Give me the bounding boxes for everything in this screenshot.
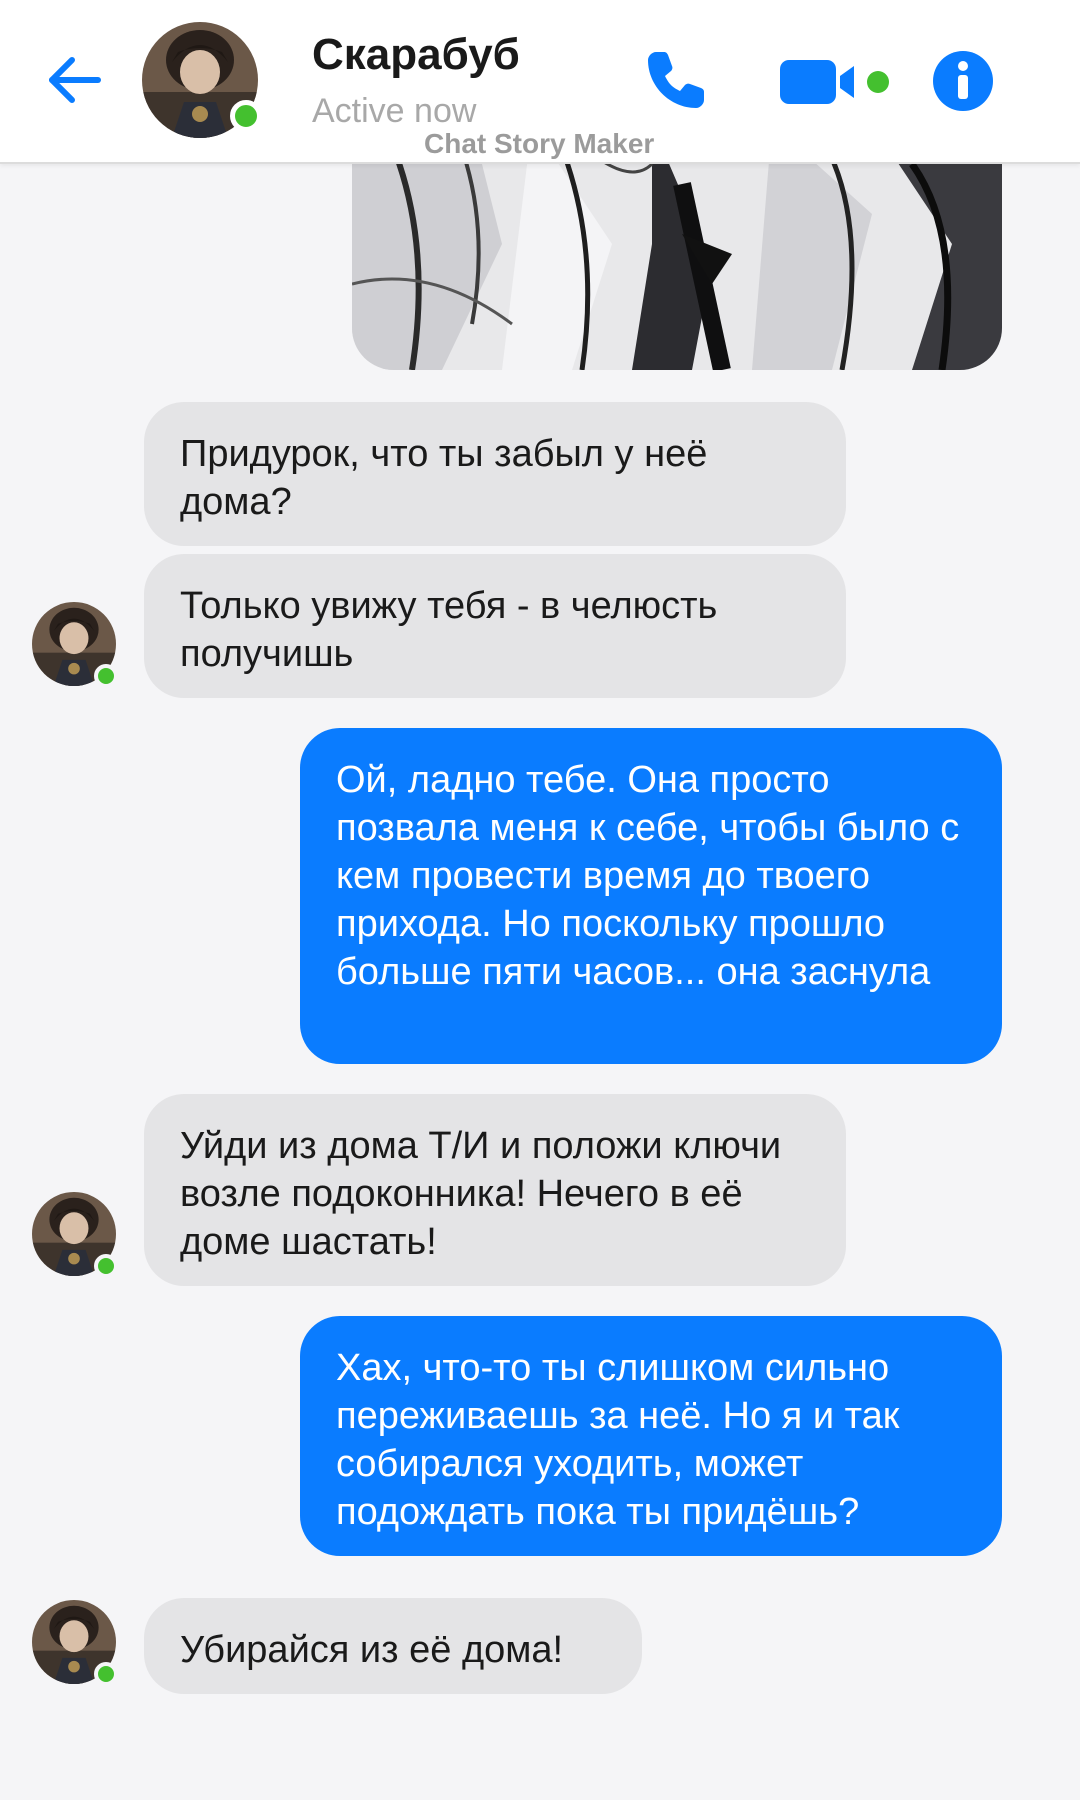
- message-text: Убирайся из её дома!: [180, 1629, 564, 1671]
- sender-avatar[interactable]: [32, 602, 118, 688]
- active-status: Active now: [312, 92, 477, 130]
- message-text: Ой, ладно тебе. Она просто позвала меня …: [336, 759, 960, 993]
- message-text: Уйди из дома Т/И и положи ключи возле по…: [180, 1125, 782, 1263]
- info-icon: [933, 51, 993, 111]
- back-arrow-icon: [49, 57, 101, 103]
- message-text: Только увижу тебя - в челюсть получишь: [180, 585, 718, 675]
- message-text: Придурок, что ты забыл у неё дома?: [180, 433, 708, 523]
- online-indicator: [94, 664, 118, 688]
- back-button[interactable]: [44, 52, 104, 108]
- message-text: Хах, что-то ты слишком сильно переживаеш…: [336, 1347, 900, 1533]
- outgoing-message[interactable]: Ой, ладно тебе. Она просто позвала меня …: [300, 728, 1002, 1064]
- incoming-message[interactable]: Убирайся из её дома!: [144, 1598, 642, 1694]
- info-button[interactable]: [932, 50, 994, 112]
- message-list[interactable]: Придурок, что ты забыл у неё дома? Тольк…: [0, 164, 1080, 1800]
- phone-icon: [648, 52, 704, 108]
- sender-avatar[interactable]: [32, 1600, 118, 1686]
- incoming-message[interactable]: Уйди из дома Т/И и положи ключи возле по…: [144, 1094, 846, 1286]
- incoming-message[interactable]: Только увижу тебя - в челюсть получишь: [144, 554, 846, 698]
- watermark: Chat Story Maker: [424, 128, 655, 159]
- online-indicator: [94, 1662, 118, 1686]
- video-call-button[interactable]: [780, 56, 892, 108]
- manga-illustration: [352, 164, 1002, 370]
- contact-name: Скарабуб: [312, 30, 520, 79]
- contact-avatar[interactable]: [142, 22, 262, 138]
- sender-avatar[interactable]: [32, 1192, 118, 1278]
- online-indicator: [94, 1254, 118, 1278]
- video-camera-icon: [780, 60, 889, 104]
- incoming-message[interactable]: Придурок, что ты забыл у неё дома?: [144, 402, 846, 546]
- shared-image[interactable]: [352, 164, 1002, 370]
- online-indicator: [230, 100, 262, 132]
- outgoing-message[interactable]: Хах, что-то ты слишком сильно переживаеш…: [300, 1316, 1002, 1556]
- voice-call-button[interactable]: [642, 46, 710, 114]
